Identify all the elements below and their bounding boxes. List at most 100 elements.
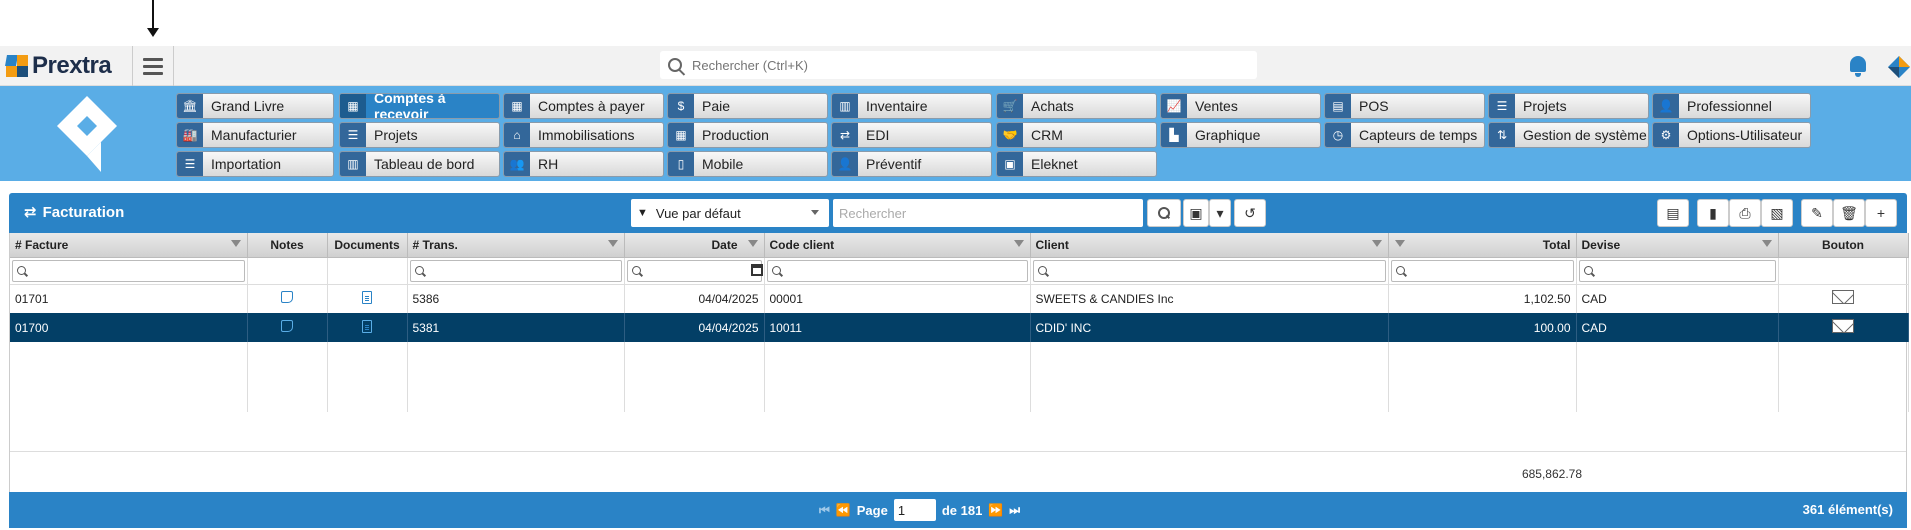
cell-notes[interactable] bbox=[247, 313, 328, 342]
global-search[interactable] bbox=[660, 51, 1257, 79]
filter-trans-input[interactable] bbox=[409, 259, 622, 282]
table-row[interactable]: 01700 5381 04/04/2025 10011 CDID' INC 10… bbox=[10, 313, 1909, 342]
filter-facture-input[interactable] bbox=[12, 259, 245, 282]
table-row[interactable]: 01701 5386 04/04/2025 00001 SWEETS & CAN… bbox=[10, 284, 1909, 313]
export-excel-icon[interactable]: ▧ bbox=[1761, 199, 1793, 227]
prextra-corner-logo-icon[interactable] bbox=[1888, 56, 1910, 78]
module-label: Immobilisations bbox=[538, 127, 635, 143]
module-button[interactable]: ▦ Comptes à payer bbox=[503, 93, 664, 119]
first-page-icon[interactable]: ⏮ bbox=[819, 503, 830, 518]
note-icon[interactable] bbox=[281, 291, 293, 304]
filter-icon[interactable] bbox=[1394, 240, 1405, 247]
module-button[interactable]: ☰ Projets bbox=[1488, 93, 1649, 119]
hamburger-menu-icon[interactable] bbox=[132, 46, 174, 86]
calculator-icon: ▦ bbox=[340, 94, 366, 118]
next-page-icon[interactable]: ⏩ bbox=[988, 503, 1003, 517]
filter-date-input[interactable] bbox=[626, 259, 763, 282]
module-button[interactable]: ☰ Importation bbox=[176, 151, 334, 177]
filter-icon[interactable] bbox=[1013, 240, 1024, 247]
cell-documents[interactable] bbox=[327, 284, 408, 313]
module-button[interactable]: ▥ Tableau de bord bbox=[339, 151, 500, 177]
module-button[interactable]: 👤 Préventif bbox=[831, 151, 992, 177]
reset-icon[interactable]: ↺ bbox=[1234, 199, 1266, 227]
system-icon: ⇅ bbox=[1489, 123, 1515, 147]
prev-page-icon[interactable]: ⏪ bbox=[836, 503, 851, 517]
col-notes[interactable]: Notes bbox=[247, 233, 328, 258]
global-search-input[interactable] bbox=[692, 57, 1232, 73]
add-icon[interactable]: + bbox=[1865, 199, 1897, 227]
module-button[interactable]: ⌂ Immobilisations bbox=[503, 122, 664, 148]
document-icon[interactable] bbox=[362, 319, 372, 333]
module-button[interactable]: 👥 RH bbox=[503, 151, 664, 177]
module-button[interactable]: ▣ Eleknet bbox=[996, 151, 1157, 177]
brand-logo[interactable]: Prextra bbox=[5, 52, 112, 80]
print-icon[interactable]: ⎙ bbox=[1729, 199, 1761, 227]
col-facture[interactable]: # Facture bbox=[10, 233, 248, 258]
chevron-down-icon[interactable]: ▾ bbox=[1209, 199, 1231, 227]
module-button[interactable]: ▦ Production bbox=[667, 122, 828, 148]
edit-icon[interactable]: ✎ bbox=[1801, 199, 1833, 227]
bell-icon[interactable] bbox=[1847, 54, 1869, 78]
save-view-icon[interactable]: ▣ bbox=[1183, 199, 1209, 227]
module-button[interactable]: ▙ Graphique bbox=[1160, 122, 1321, 148]
filter-icon[interactable] bbox=[747, 240, 758, 247]
module-label: Projets bbox=[374, 127, 418, 143]
list-icon: ☰ bbox=[1489, 94, 1515, 118]
analytics-icon[interactable]: ▤ bbox=[1657, 199, 1689, 227]
module-label: Tableau de bord bbox=[374, 156, 475, 172]
search-button[interactable] bbox=[1147, 199, 1181, 227]
col-date[interactable]: Date bbox=[624, 233, 765, 258]
module-button[interactable]: ⇄ EDI bbox=[831, 122, 992, 148]
book-icon[interactable]: ▮ bbox=[1697, 199, 1729, 227]
module-button[interactable]: $ Paie bbox=[667, 93, 828, 119]
filter-icon[interactable] bbox=[607, 240, 618, 247]
exchange-icon: ⇄ bbox=[832, 123, 858, 147]
module-button[interactable]: ☰ Projets bbox=[339, 122, 500, 148]
col-total[interactable]: Total bbox=[1388, 233, 1577, 258]
module-button[interactable]: ⇅ Gestion de système bbox=[1488, 122, 1649, 148]
cell-bouton[interactable] bbox=[1778, 313, 1909, 342]
panel-search-input[interactable]: Rechercher bbox=[833, 199, 1143, 227]
cell-devise: CAD bbox=[1576, 313, 1779, 342]
email-icon[interactable] bbox=[1832, 290, 1854, 305]
module-button[interactable]: ▤ POS bbox=[1324, 93, 1485, 119]
module-button[interactable]: ◷ Capteurs de temps bbox=[1324, 122, 1485, 148]
module-button[interactable]: 🏛 Grand Livre bbox=[176, 93, 334, 119]
calendar-icon[interactable] bbox=[750, 263, 763, 276]
module-button[interactable]: 🛒 Achats bbox=[996, 93, 1157, 119]
col-code-client[interactable]: Code client bbox=[764, 233, 1031, 258]
module-button[interactable]: 🏭 Manufacturier bbox=[176, 122, 334, 148]
calculator-grid-icon: ▦ bbox=[504, 94, 530, 118]
cell-bouton[interactable] bbox=[1778, 284, 1909, 313]
delete-icon[interactable]: 🗑 bbox=[1833, 199, 1865, 227]
page-number-input[interactable]: 1 bbox=[893, 499, 936, 521]
cell-documents[interactable] bbox=[327, 313, 408, 342]
module-button[interactable]: ▯ Mobile bbox=[667, 151, 828, 177]
last-page-icon[interactable]: ⏭ bbox=[1009, 503, 1020, 518]
module-button[interactable]: 👤 Professionnel bbox=[1652, 93, 1811, 119]
module-button[interactable]: ▦ Comptes à recevoir bbox=[339, 93, 500, 119]
module-label: Graphique bbox=[1195, 127, 1261, 143]
cell-devise: CAD bbox=[1576, 284, 1779, 313]
filter-code-input[interactable] bbox=[766, 259, 1028, 282]
view-select[interactable]: ▼ Vue par défaut bbox=[631, 199, 829, 227]
email-icon[interactable] bbox=[1832, 319, 1854, 333]
module-button[interactable]: ⚙ Options-Utilisateur bbox=[1652, 122, 1811, 148]
note-icon[interactable] bbox=[281, 320, 293, 332]
module-button[interactable]: 📈 Ventes bbox=[1160, 93, 1321, 119]
module-button[interactable]: ▥ Inventaire bbox=[831, 93, 992, 119]
col-trans[interactable]: # Trans. bbox=[407, 233, 625, 258]
filter-icon[interactable] bbox=[1761, 240, 1772, 247]
filter-total-input[interactable] bbox=[1390, 259, 1574, 282]
empty-row bbox=[10, 342, 1909, 412]
col-documents[interactable]: Documents bbox=[327, 233, 408, 258]
filter-client-input[interactable] bbox=[1032, 259, 1386, 282]
cell-notes[interactable] bbox=[247, 284, 328, 313]
col-devise[interactable]: Devise bbox=[1576, 233, 1779, 258]
filter-devise-input[interactable] bbox=[1578, 259, 1776, 282]
filter-icon[interactable] bbox=[230, 240, 241, 247]
module-button[interactable]: 🤝 CRM bbox=[996, 122, 1157, 148]
filter-icon[interactable] bbox=[1371, 240, 1382, 247]
document-icon[interactable] bbox=[362, 290, 372, 304]
col-client[interactable]: Client bbox=[1030, 233, 1389, 258]
